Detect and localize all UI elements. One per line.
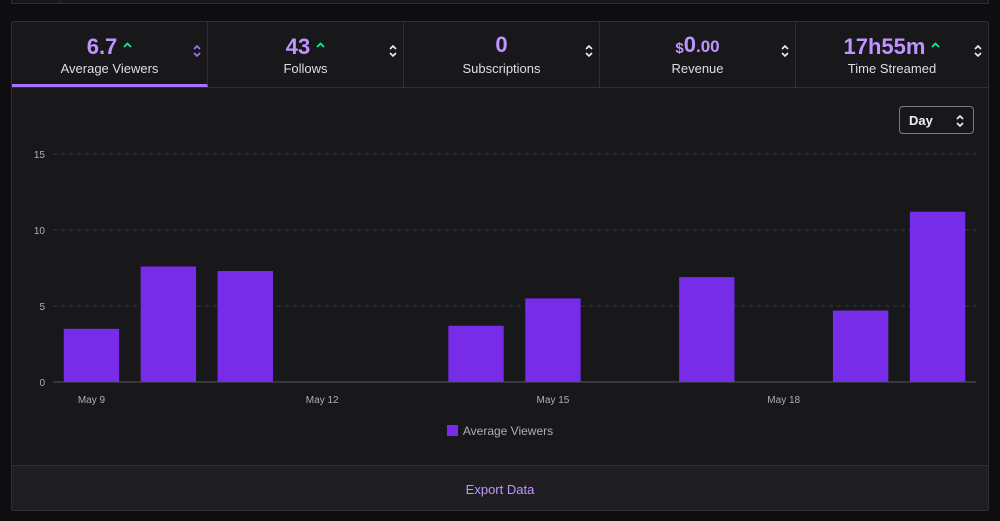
legend-swatch bbox=[446, 425, 458, 436]
range-select[interactable]: Day bbox=[899, 106, 974, 134]
bar[interactable] bbox=[679, 277, 735, 382]
y-tick-label: 5 bbox=[39, 302, 45, 313]
chart-legend: Average Viewers bbox=[12, 424, 988, 438]
sort-icon bbox=[956, 114, 964, 128]
x-tick-label: May 12 bbox=[306, 395, 339, 406]
bar[interactable] bbox=[140, 266, 197, 382]
y-tick-label: 10 bbox=[34, 226, 46, 237]
previous-panel-edge bbox=[11, 0, 989, 4]
legend-label: Average Viewers bbox=[462, 424, 554, 438]
bar[interactable] bbox=[448, 325, 504, 382]
panel-footer: Export Data bbox=[12, 465, 988, 510]
export-data-button[interactable]: Export Data bbox=[12, 482, 988, 497]
x-tick-label: May 18 bbox=[767, 395, 800, 406]
bar[interactable] bbox=[63, 328, 120, 382]
bar[interactable] bbox=[909, 211, 966, 382]
stats-panel: 6.7 Average Viewers 43 Follows 0 Subscription… bbox=[11, 21, 989, 511]
x-tick-label: May 15 bbox=[537, 395, 570, 406]
y-tick-label: 0 bbox=[39, 378, 45, 389]
range-select-value: Day bbox=[909, 113, 933, 128]
x-tick-label: May 9 bbox=[78, 395, 106, 406]
bar[interactable] bbox=[217, 271, 273, 382]
y-tick-label: 15 bbox=[34, 150, 46, 161]
average-viewers-chart: 0 5 10 15 May 9 May 12 May 15 May 18 bbox=[34, 150, 976, 406]
bar[interactable] bbox=[525, 298, 581, 382]
bar[interactable] bbox=[832, 310, 889, 382]
